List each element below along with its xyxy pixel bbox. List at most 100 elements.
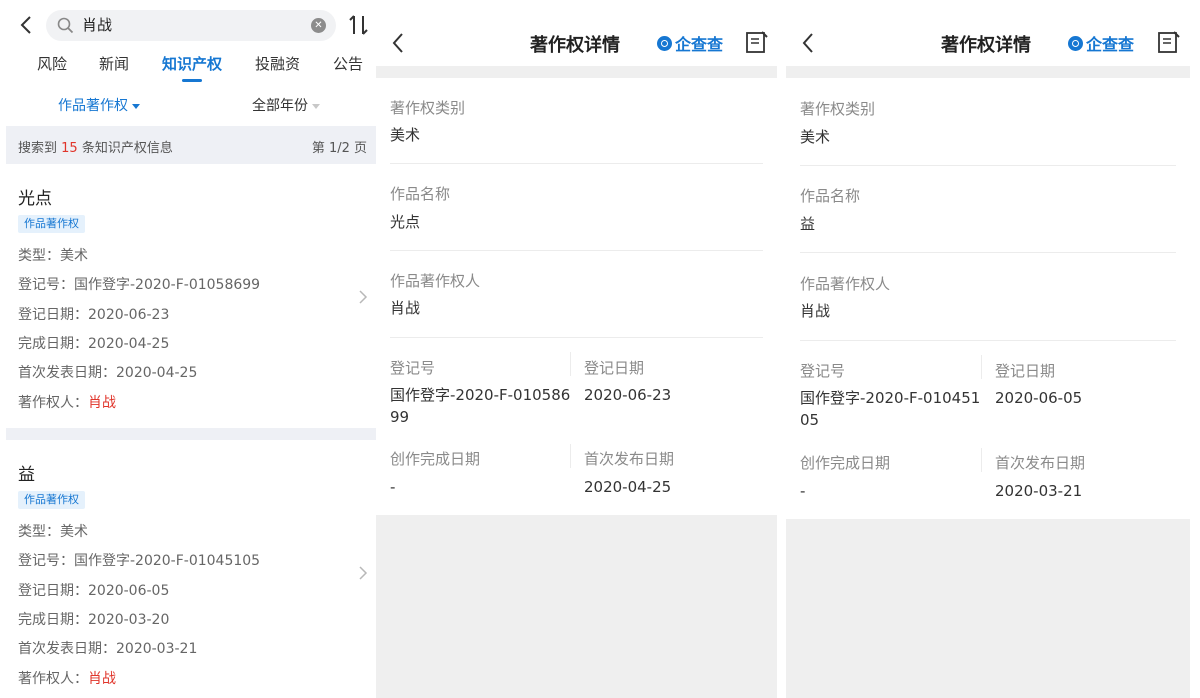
- owner-label: 作品著作权人: [800, 275, 891, 293]
- document-edit-icon[interactable]: [745, 30, 769, 54]
- page-indicator: 第 1/2 页: [311, 141, 367, 156]
- column-divider: [981, 355, 982, 379]
- empty-area: [376, 515, 777, 698]
- list-item[interactable]: 益 作品著作权 类型：美术 登记号：国作登字-2020-F-01045105 登…: [0, 440, 376, 698]
- empty-area: [786, 519, 1190, 698]
- reg-date-value: 2020-06-05: [995, 389, 1083, 407]
- item-divider: [6, 428, 376, 440]
- sort-icon[interactable]: [348, 14, 370, 36]
- panel-gap: [777, 0, 786, 698]
- item-publish-date: 首次发表日期：2020-03-21: [18, 641, 198, 657]
- search-results-panel: 肖战 ✕ 风险 新闻 知识产权 投融资 公告 作品著作权 全部年份 搜索到 15…: [0, 0, 376, 698]
- active-tab-indicator: [182, 79, 202, 82]
- column-divider: [981, 448, 982, 472]
- search-icon: [57, 17, 74, 34]
- qcc-logo-icon: [657, 35, 672, 51]
- header-divider: [376, 66, 777, 78]
- copyright-detail-panel: 著作权详情 企查查 著作权类别 美术 作品名称 光点 作品著作权人 肖战 登记号…: [376, 0, 777, 698]
- first-publish-value: 2020-03-21: [995, 482, 1083, 500]
- search-bar-row: 肖战 ✕: [0, 0, 376, 50]
- filter-year-dropdown[interactable]: 全部年份: [252, 95, 320, 115]
- result-count: 15: [61, 141, 78, 156]
- column-divider: [570, 444, 571, 468]
- category-tabs: 风险 新闻 知识产权 投融资 公告: [0, 50, 376, 84]
- qcc-logo: 企查查: [657, 33, 724, 54]
- owner-label: 作品著作权人: [390, 272, 481, 290]
- row-divider: [800, 165, 1176, 166]
- reg-no-label: 登记号: [800, 362, 846, 380]
- page-edge: [1190, 0, 1200, 698]
- search-input[interactable]: 肖战 ✕: [46, 10, 336, 41]
- item-tag: 作品著作权: [18, 215, 85, 233]
- category-label: 著作权类别: [800, 100, 876, 118]
- tab-financing[interactable]: 投融资: [255, 53, 300, 74]
- creation-date-label: 创作完成日期: [800, 454, 891, 472]
- reg-no-value: 国作登字-2020-F-01058699: [390, 386, 571, 426]
- row-divider: [390, 250, 763, 251]
- qcc-logo: 企查查: [1068, 33, 1135, 54]
- creation-date-value: -: [390, 478, 396, 496]
- reg-no-label: 登记号: [390, 359, 436, 377]
- result-count-text: 搜索到 15 条知识产权信息: [18, 141, 173, 156]
- reg-date-label: 登记日期: [995, 362, 1056, 380]
- item-owner: 著作权人：肖战: [18, 671, 116, 687]
- brand-name: 企查查: [675, 35, 724, 54]
- item-reg-date: 登记日期：2020-06-05: [18, 583, 170, 599]
- clear-icon[interactable]: ✕: [311, 18, 326, 33]
- creation-date-value: -: [800, 482, 806, 500]
- tab-ip[interactable]: 知识产权: [162, 53, 222, 74]
- item-reg-date: 登记日期：2020-06-23: [18, 307, 170, 323]
- back-arrow-icon[interactable]: [16, 13, 36, 37]
- caret-down-icon: [312, 103, 320, 109]
- category-value: 美术: [390, 126, 421, 144]
- reg-date-value: 2020-06-23: [584, 386, 672, 404]
- item-finish-date: 完成日期：2020-04-25: [18, 336, 170, 352]
- row-divider: [800, 252, 1176, 253]
- page-title: 著作权详情: [941, 35, 1031, 56]
- search-query: 肖战: [82, 16, 113, 34]
- list-item[interactable]: 光点 作品著作权 类型：美术 登记号：国作登字-2020-F-01058699 …: [0, 164, 376, 428]
- column-divider: [570, 352, 571, 376]
- qcc-logo-icon: [1068, 35, 1083, 51]
- item-type: 类型：美术: [18, 524, 88, 540]
- work-name-label: 作品名称: [390, 185, 451, 203]
- document-edit-icon[interactable]: [1157, 30, 1181, 54]
- result-summary: 搜索到 15 条知识产权信息 第 1/2 页: [6, 126, 376, 164]
- filter-category-dropdown[interactable]: 作品著作权: [58, 95, 140, 115]
- category-value: 美术: [800, 128, 831, 146]
- row-divider: [390, 337, 763, 338]
- item-owner: 著作权人：肖战: [18, 395, 116, 411]
- filter-year-label: 全部年份: [252, 98, 308, 114]
- back-arrow-icon[interactable]: [390, 31, 406, 55]
- back-arrow-icon[interactable]: [800, 31, 816, 55]
- detail-body: 著作权类别 美术 作品名称 光点 作品著作权人 肖战 登记号 国作登字-2020…: [376, 78, 777, 515]
- item-tag: 作品著作权: [18, 491, 85, 509]
- tab-news[interactable]: 新闻: [99, 53, 129, 74]
- row-divider: [390, 163, 763, 164]
- tab-risk[interactable]: 风险: [37, 53, 67, 74]
- filter-bar: 作品著作权 全部年份: [0, 84, 376, 126]
- item-title: 光点: [18, 189, 52, 209]
- page-title: 著作权详情: [530, 35, 620, 56]
- item-reg-no: 登记号：国作登字-2020-F-01058699: [18, 277, 261, 293]
- filter-category-label: 作品著作权: [58, 98, 128, 114]
- first-publish-label: 首次发布日期: [584, 450, 675, 468]
- chevron-right-icon: [359, 566, 368, 580]
- owner-value: 肖战: [390, 299, 421, 317]
- item-reg-no: 登记号：国作登字-2020-F-01045105: [18, 553, 261, 569]
- item-publish-date: 首次发表日期：2020-04-25: [18, 365, 198, 381]
- first-publish-label: 首次发布日期: [995, 454, 1086, 472]
- brand-name: 企查查: [1086, 35, 1135, 54]
- owner-value: 肖战: [800, 302, 831, 320]
- first-publish-value: 2020-04-25: [584, 478, 672, 496]
- caret-down-icon: [132, 103, 140, 109]
- item-title: 益: [18, 465, 35, 485]
- detail-header: 著作权详情 企查查: [376, 0, 777, 66]
- reg-date-label: 登记日期: [584, 359, 645, 377]
- row-divider: [800, 340, 1176, 341]
- reg-no-value: 国作登字-2020-F-01045105: [800, 389, 981, 429]
- tab-announcement[interactable]: 公告: [333, 53, 363, 74]
- detail-header: 著作权详情 企查查: [786, 0, 1190, 66]
- item-finish-date: 完成日期：2020-03-20: [18, 612, 170, 628]
- item-type: 类型：美术: [18, 248, 88, 264]
